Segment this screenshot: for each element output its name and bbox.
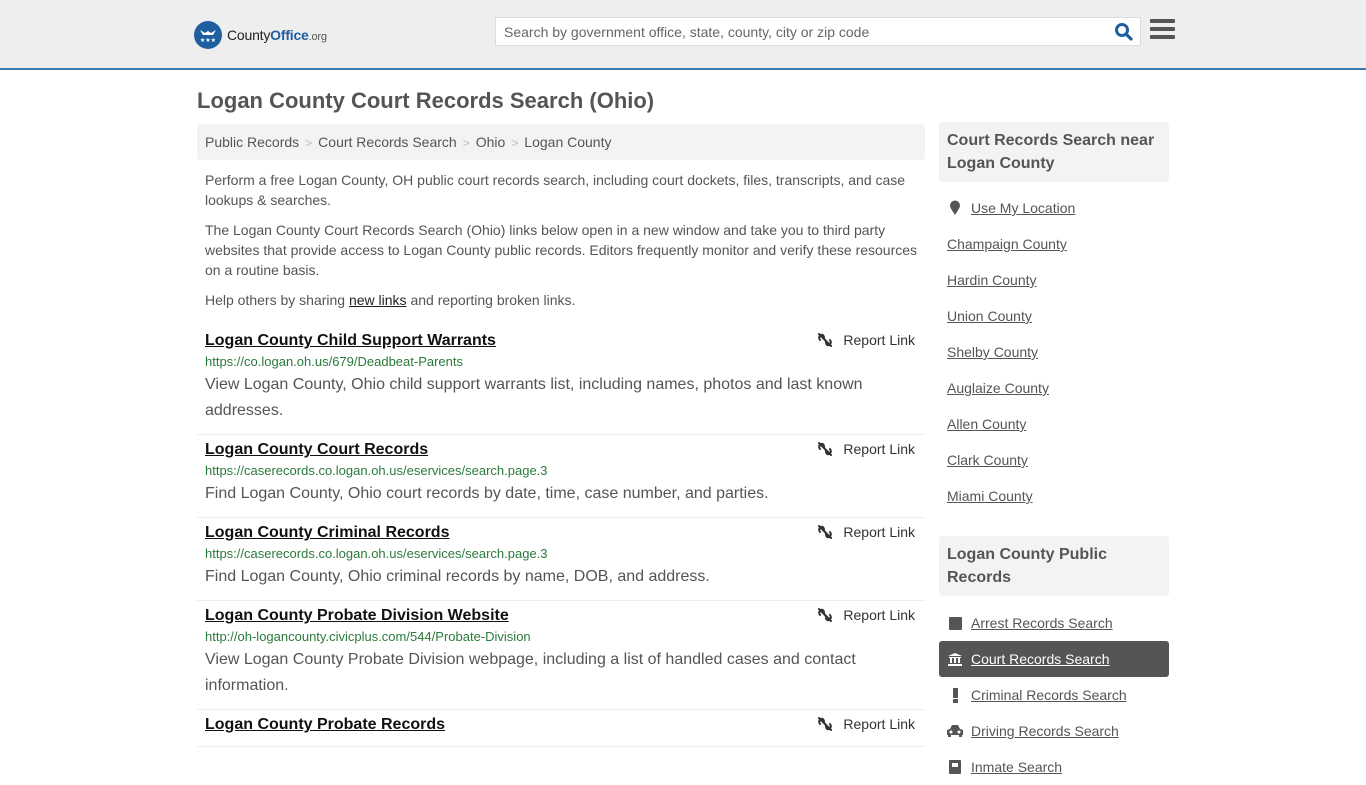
results-list: Logan County Child Support Warrants Repo… bbox=[197, 326, 925, 747]
result-description: View Logan County, Ohio child support wa… bbox=[205, 376, 863, 419]
search-icon[interactable] bbox=[1114, 22, 1134, 42]
broken-link-icon bbox=[818, 717, 833, 731]
nearby-panel: Court Records Search near Logan County U… bbox=[939, 122, 1169, 514]
result-url[interactable]: https://caserecords.co.logan.oh.us/eserv… bbox=[205, 544, 917, 564]
breadcrumb-logan-county[interactable]: Logan County bbox=[524, 134, 611, 150]
broken-link-icon bbox=[818, 608, 833, 622]
public-record-item-arrest[interactable]: Arrest Records Search bbox=[939, 605, 1169, 641]
use-my-location-link[interactable]: Use My Location bbox=[971, 200, 1075, 216]
result-item: Logan County Criminal Records Report Lin… bbox=[197, 518, 925, 601]
result-description: Find Logan County, Ohio criminal records… bbox=[205, 568, 710, 585]
eagle-logo-icon: ★★★ bbox=[194, 21, 222, 49]
result-url[interactable]: https://co.logan.oh.us/679/Deadbeat-Pare… bbox=[205, 352, 917, 372]
site-logo[interactable]: ★★★ CountyOffice.org bbox=[194, 21, 327, 49]
court-records-link[interactable]: Court Records Search bbox=[971, 651, 1110, 667]
result-title-link[interactable]: Logan County Criminal Records bbox=[205, 522, 449, 544]
public-record-item-inmate[interactable]: Inmate Search bbox=[939, 749, 1169, 785]
public-record-item-driving[interactable]: Driving Records Search bbox=[939, 713, 1169, 749]
report-link-button[interactable]: Report Link bbox=[817, 524, 915, 540]
nearby-county-item[interactable]: Shelby County bbox=[939, 334, 1169, 370]
breadcrumb-public-records[interactable]: Public Records bbox=[205, 134, 299, 150]
hamburger-menu-icon[interactable] bbox=[1150, 19, 1175, 41]
nearby-county-item[interactable]: Champaign County bbox=[939, 226, 1169, 262]
intro-paragraph-1: Perform a free Logan County, OH public c… bbox=[205, 172, 906, 208]
public-records-list: Arrest Records Search Court Records Sear… bbox=[939, 605, 1169, 785]
result-description: Find Logan County, Ohio court records by… bbox=[205, 485, 769, 502]
result-item: Logan County Child Support Warrants Repo… bbox=[197, 326, 925, 435]
result-title-link[interactable]: Logan County Child Support Warrants bbox=[205, 330, 496, 352]
inmate-search-link[interactable]: Inmate Search bbox=[971, 759, 1062, 775]
logo-text: CountyOffice.org bbox=[227, 27, 327, 43]
county-link-auglaize[interactable]: Auglaize County bbox=[947, 380, 1049, 396]
report-link-button[interactable]: Report Link bbox=[817, 332, 915, 348]
arrest-records-link[interactable]: Arrest Records Search bbox=[971, 615, 1113, 631]
result-item: Logan County Probate Division Website Re… bbox=[197, 601, 925, 710]
breadcrumb-court-records-search[interactable]: Court Records Search bbox=[318, 134, 457, 150]
car-icon bbox=[947, 725, 963, 737]
breadcrumb-separator: > bbox=[511, 136, 519, 150]
county-link-clark[interactable]: Clark County bbox=[947, 452, 1028, 468]
public-records-panel: Logan County Public Records bbox=[939, 536, 1169, 596]
report-link-button[interactable]: Report Link bbox=[817, 607, 915, 623]
top-bar: ★★★ CountyOffice.org bbox=[0, 0, 1366, 70]
nearby-county-item[interactable]: Clark County bbox=[939, 442, 1169, 478]
county-link-hardin[interactable]: Hardin County bbox=[947, 272, 1037, 288]
result-title-link[interactable]: Logan County Court Records bbox=[205, 439, 428, 461]
report-link-button[interactable]: Report Link bbox=[817, 441, 915, 457]
exclamation-icon bbox=[947, 687, 963, 703]
public-record-item-court[interactable]: Court Records Search bbox=[939, 641, 1169, 677]
nearby-county-item[interactable]: Miami County bbox=[939, 478, 1169, 514]
breadcrumb: Public Records > Court Records Search > Ohio… bbox=[197, 124, 925, 160]
report-link-button[interactable]: Report Link bbox=[817, 716, 915, 732]
broken-link-icon bbox=[818, 525, 833, 539]
result-item: Logan County Court Records Report Link h… bbox=[197, 435, 925, 518]
result-title-link[interactable]: Logan County Probate Records bbox=[205, 714, 445, 736]
nearby-heading: Court Records Search near Logan County bbox=[939, 122, 1169, 182]
breadcrumb-ohio[interactable]: Ohio bbox=[476, 134, 506, 150]
result-title-link[interactable]: Logan County Probate Division Website bbox=[205, 605, 509, 627]
page-title: Logan County Court Records Search (Ohio) bbox=[197, 88, 655, 113]
result-item: Logan County Probate Records Report Link bbox=[197, 710, 925, 747]
nearby-county-item[interactable]: Hardin County bbox=[939, 262, 1169, 298]
result-url[interactable]: http://oh-logancounty.civicplus.com/544/… bbox=[205, 627, 917, 647]
search-input[interactable] bbox=[496, 18, 1096, 45]
county-link-miami[interactable]: Miami County bbox=[947, 488, 1033, 504]
new-links-link[interactable]: new links bbox=[349, 292, 407, 308]
courthouse-icon bbox=[947, 652, 963, 666]
breadcrumb-separator: > bbox=[305, 136, 313, 150]
broken-link-icon bbox=[818, 442, 833, 456]
intro-text: Perform a free Logan County, OH public c… bbox=[205, 170, 920, 320]
search-box bbox=[495, 17, 1141, 46]
breadcrumb-separator: > bbox=[462, 136, 470, 150]
square-icon bbox=[947, 616, 963, 630]
county-link-union[interactable]: Union County bbox=[947, 308, 1032, 324]
county-link-shelby[interactable]: Shelby County bbox=[947, 344, 1038, 360]
inmate-icon bbox=[947, 760, 963, 774]
result-description: View Logan County Probate Division webpa… bbox=[205, 651, 856, 694]
broken-link-icon bbox=[818, 333, 833, 347]
driving-records-link[interactable]: Driving Records Search bbox=[971, 723, 1119, 739]
use-my-location-item[interactable]: Use My Location bbox=[939, 190, 1169, 226]
nearby-county-item[interactable]: Auglaize County bbox=[939, 370, 1169, 406]
county-link-champaign[interactable]: Champaign County bbox=[947, 236, 1067, 252]
svg-text:★★★: ★★★ bbox=[200, 37, 216, 44]
nearby-county-item[interactable]: Allen County bbox=[939, 406, 1169, 442]
result-url[interactable]: https://caserecords.co.logan.oh.us/eserv… bbox=[205, 461, 917, 481]
map-marker-icon bbox=[947, 200, 963, 216]
intro-paragraph-3: Help others by sharing new links and rep… bbox=[205, 292, 576, 308]
intro-paragraph-2: The Logan County Court Records Search (O… bbox=[205, 222, 918, 278]
county-link-allen[interactable]: Allen County bbox=[947, 416, 1026, 432]
nearby-county-item[interactable]: Union County bbox=[939, 298, 1169, 334]
public-record-item-criminal[interactable]: Criminal Records Search bbox=[939, 677, 1169, 713]
criminal-records-link[interactable]: Criminal Records Search bbox=[971, 687, 1127, 703]
